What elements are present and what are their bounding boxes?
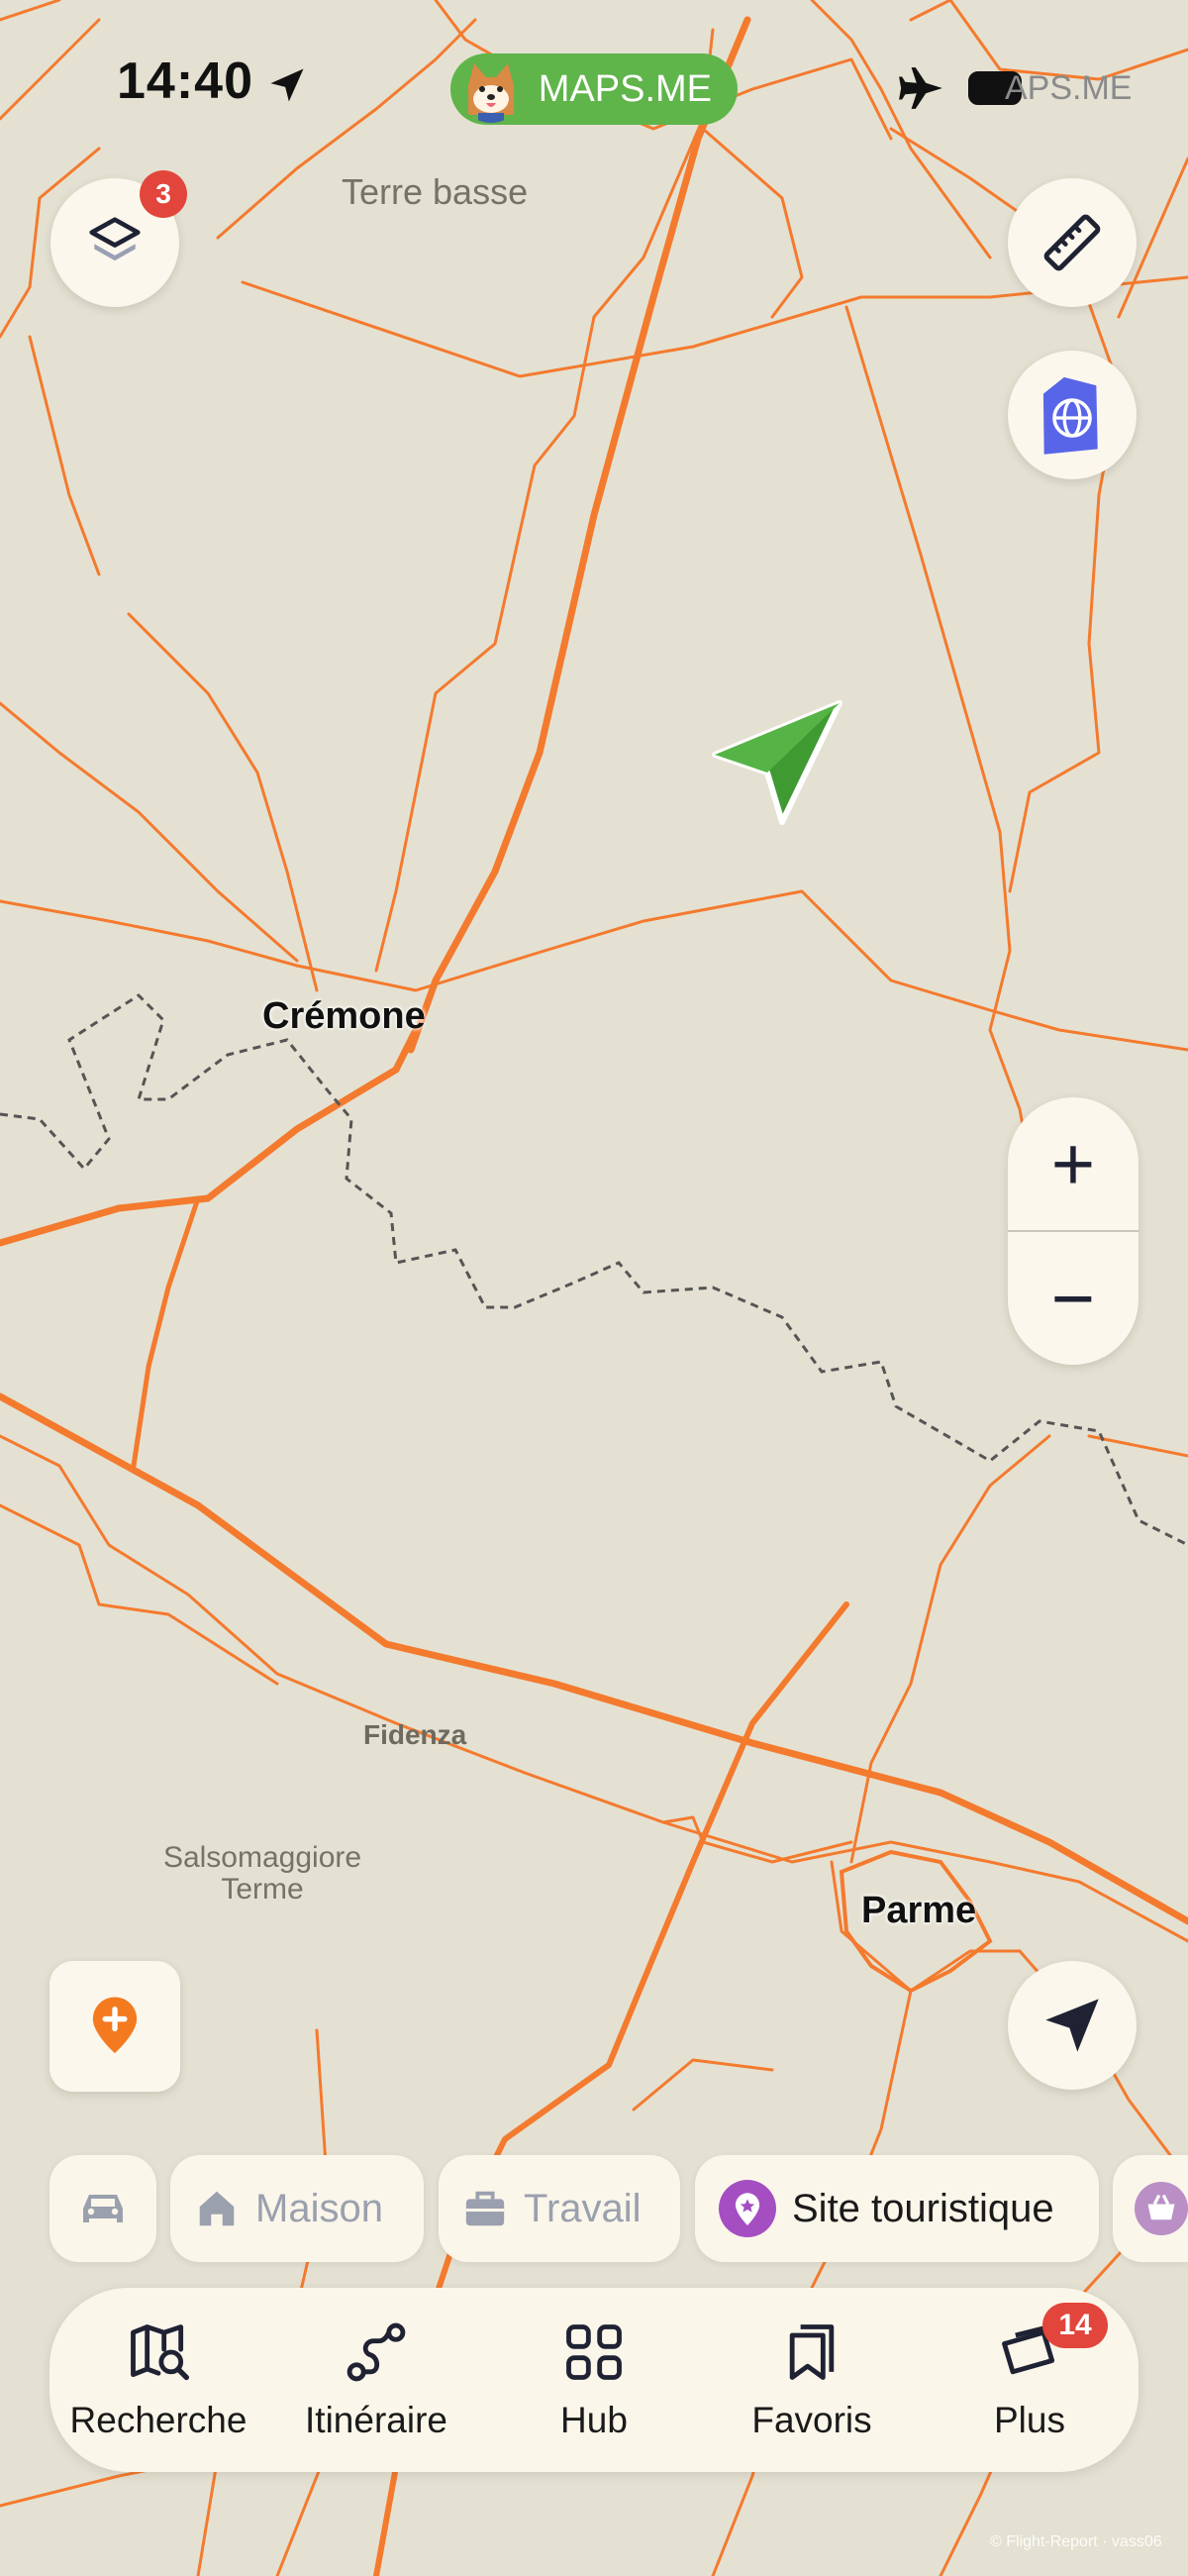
city-label-parma[interactable]: Parme — [861, 1890, 976, 1932]
return-to-app-pill[interactable]: MAPS.ME — [450, 53, 738, 125]
location-services-icon — [270, 68, 304, 102]
city-label-cremona[interactable]: Crémone — [262, 995, 426, 1038]
chip-tourist-site[interactable]: Site touristique — [695, 2155, 1099, 2262]
app-name: MAPS.ME — [538, 67, 712, 110]
nav-route-label: Itinéraire — [305, 2400, 447, 2440]
nav-more-label: Plus — [994, 2400, 1065, 2440]
navigation-arrow-icon — [1045, 1999, 1099, 2052]
basket-icon — [1135, 2182, 1188, 2235]
zoom-in-button[interactable]: + — [1008, 1097, 1138, 1230]
ruler-icon — [1043, 214, 1101, 271]
place-label-salsomaggiore-line1: Salsomaggiore — [162, 1841, 362, 1874]
shiba-mascot-icon — [458, 57, 524, 123]
my-location-button[interactable] — [1008, 1961, 1137, 2090]
esim-globe-icon — [1042, 376, 1098, 455]
layers-badge: 3 — [140, 170, 187, 218]
zoom-out-symbol: − — [1050, 1256, 1096, 1341]
nav-favorites[interactable]: Favoris — [708, 2318, 916, 2441]
place-label-salsomaggiore[interactable]: Salsomaggiore Terme — [158, 1842, 366, 1906]
nav-favorites-label: Favoris — [751, 2400, 872, 2440]
add-place-pin-icon — [92, 1997, 138, 2054]
nav-hub-label: Hub — [560, 2400, 628, 2440]
nav-more[interactable]: Plus 14 — [926, 2303, 1134, 2441]
car-icon — [83, 2195, 123, 2222]
nav-route[interactable]: Itinéraire — [272, 2318, 480, 2441]
bottom-navigation: Recherche Itinéraire Hub Favoris Plus 14 — [50, 2288, 1138, 2472]
zoom-in-symbol: + — [1050, 1121, 1096, 1206]
route-icon — [346, 2322, 406, 2382]
ruler-button[interactable] — [1008, 178, 1137, 307]
map-search-icon — [131, 2324, 190, 2381]
home-icon — [199, 2191, 235, 2226]
chip-home-label: Maison — [255, 2186, 383, 2230]
chip-work[interactable]: Travail — [439, 2155, 680, 2262]
more-badge: 14 — [1042, 2303, 1108, 2348]
bookmarks-icon — [789, 2324, 835, 2380]
place-label-salsomaggiore-line2: Terme — [221, 1873, 304, 1906]
chip-tourist-site-label: Site touristique — [792, 2186, 1054, 2230]
status-time: 14:40 — [117, 52, 253, 110]
add-place-button[interactable] — [50, 1961, 180, 2092]
battery-overlay-text: APS.ME — [1005, 69, 1133, 107]
chip-car[interactable] — [50, 2155, 156, 2262]
nav-search-label: Recherche — [69, 2400, 248, 2440]
chip-home[interactable]: Maison — [170, 2155, 424, 2262]
zoom-out-button[interactable]: − — [1008, 1232, 1138, 1365]
chip-shopping[interactable] — [1113, 2155, 1188, 2262]
chip-work-label: Travail — [524, 2186, 642, 2230]
place-label-terre-basse: Terre basse — [342, 171, 529, 212]
grid-icon — [566, 2324, 622, 2380]
attraction-pin-icon — [719, 2180, 776, 2237]
place-label-fidenza[interactable]: Fidenza — [363, 1719, 466, 1751]
zoom-control: + − — [1008, 1097, 1138, 1365]
briefcase-icon — [465, 2191, 505, 2226]
esim-button[interactable] — [1008, 351, 1137, 479]
nav-hub[interactable]: Hub — [490, 2318, 698, 2441]
airplane-mode-icon — [899, 67, 942, 109]
watermark: © Flight-Report · vass06 — [990, 2533, 1162, 2550]
nav-search[interactable]: Recherche — [54, 2318, 262, 2441]
layers-icon — [89, 217, 141, 261]
